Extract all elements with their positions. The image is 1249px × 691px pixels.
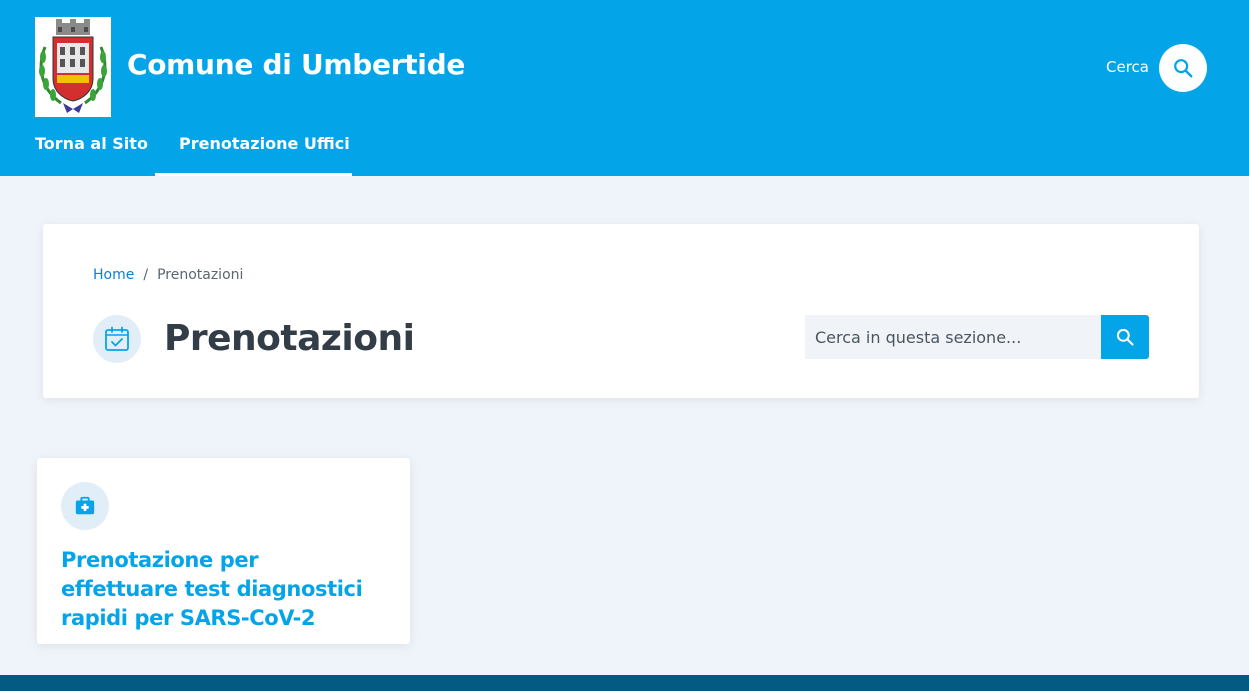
site-header: Comune di Umbertide Cerca Torna al Sito … xyxy=(0,0,1249,176)
breadcrumb: Home / Prenotazioni xyxy=(93,267,243,283)
site-title[interactable]: Comune di Umbertide xyxy=(127,48,465,81)
service-title-link[interactable]: Prenotazione per effettuare test diagnos… xyxy=(61,546,381,633)
medical-kit-icon xyxy=(75,496,95,515)
page-title: Prenotazioni xyxy=(164,318,415,359)
section-search-button[interactable] xyxy=(1101,315,1149,359)
title-icon-circle xyxy=(93,315,141,363)
service-icon-circle xyxy=(61,482,109,530)
municipal-coat-of-arms-logo[interactable] xyxy=(35,17,111,117)
breadcrumb-home-link[interactable]: Home xyxy=(93,267,134,283)
header-search-button[interactable] xyxy=(1159,44,1207,92)
nav-prenotazione-uffici[interactable]: Prenotazione Uffici xyxy=(155,134,352,176)
nav-torna-al-sito[interactable]: Torna al Sito xyxy=(35,134,148,176)
breadcrumb-separator: / xyxy=(143,267,149,283)
footer-strip xyxy=(0,675,1249,691)
search-label[interactable]: Cerca xyxy=(1106,58,1149,76)
search-icon xyxy=(1116,328,1134,346)
section-search-input[interactable] xyxy=(805,315,1101,359)
search-icon xyxy=(1174,59,1193,78)
service-card[interactable]: Prenotazione per effettuare test diagnos… xyxy=(37,458,410,644)
coat-of-arms-icon xyxy=(39,19,107,113)
calendar-check-icon xyxy=(105,326,129,351)
breadcrumb-current: Prenotazioni xyxy=(157,267,244,283)
page-header-card: Home / Prenotazioni Prenotazioni xyxy=(43,224,1199,398)
